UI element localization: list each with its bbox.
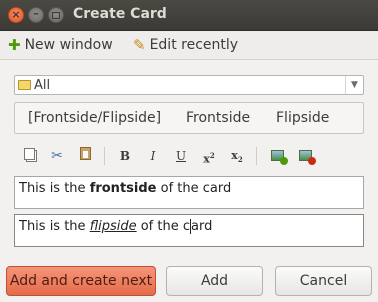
- insert-image-icon[interactable]: [268, 147, 288, 165]
- edit-recently-menu-item[interactable]: ✎ Edit recently: [133, 36, 238, 54]
- window-title: Create Card: [73, 6, 167, 22]
- remove-image-icon[interactable]: [296, 147, 316, 165]
- menu-bar: ✚ New window ✎ Edit recently: [0, 31, 378, 60]
- deck-selected-value: All: [34, 77, 51, 93]
- side-tabs: [Frontside/Flipside] Frontside Flipside: [14, 102, 364, 134]
- copy-icon[interactable]: [20, 147, 38, 165]
- paste-icon[interactable]: [76, 147, 94, 165]
- edit-recently-label: Edit recently: [149, 37, 239, 53]
- flipside-field[interactable]: This is the flipside of the card: [14, 214, 364, 247]
- folder-icon: [18, 80, 31, 90]
- close-icon[interactable]: ×: [8, 7, 24, 23]
- tab-frontside-flipside[interactable]: [Frontside/Flipside]: [28, 110, 161, 126]
- frontside-text-prefix: This is the: [19, 181, 90, 196]
- cancel-button[interactable]: Cancel: [275, 266, 372, 296]
- flipside-text-prefix: This is the: [19, 219, 90, 234]
- flipside-text-suffix-b: ard: [191, 219, 213, 234]
- flipside-text-suffix-a: of the c: [136, 219, 191, 234]
- plus-icon: ✚: [8, 36, 21, 54]
- maximize-icon[interactable]: [48, 7, 64, 23]
- toolbar-separator: [104, 147, 105, 165]
- tab-frontside[interactable]: Frontside: [186, 110, 250, 126]
- bold-icon[interactable]: B: [116, 147, 134, 165]
- minimize-icon[interactable]: –: [28, 7, 44, 23]
- deck-selector[interactable]: All ▼: [14, 75, 364, 95]
- tab-flipside[interactable]: Flipside: [276, 110, 329, 126]
- flipside-text-emphasis: flipside: [89, 219, 137, 234]
- cut-icon[interactable]: ✂: [48, 147, 66, 165]
- frontside-text-bold: frontside: [89, 181, 157, 196]
- add-button[interactable]: Add: [166, 266, 263, 296]
- underline-icon[interactable]: U: [172, 147, 190, 165]
- formatting-toolbar: ✂ B I U x2 x2: [14, 143, 364, 169]
- subscript-icon[interactable]: x2: [228, 147, 246, 165]
- pencil-icon: ✎: [133, 36, 146, 54]
- add-and-create-next-button[interactable]: Add and create next: [6, 266, 156, 296]
- title-bar: × – Create Card: [0, 0, 378, 31]
- new-window-label: New window: [24, 37, 113, 53]
- superscript-icon[interactable]: x2: [200, 147, 218, 166]
- frontside-field[interactable]: This is the frontside of the card: [14, 176, 364, 209]
- toolbar-separator: [256, 147, 257, 165]
- new-window-menu-item[interactable]: ✚ New window: [8, 36, 113, 54]
- chevron-down-icon[interactable]: ▼: [345, 76, 363, 94]
- frontside-text-suffix: of the card: [156, 181, 232, 196]
- italic-icon[interactable]: I: [144, 147, 162, 165]
